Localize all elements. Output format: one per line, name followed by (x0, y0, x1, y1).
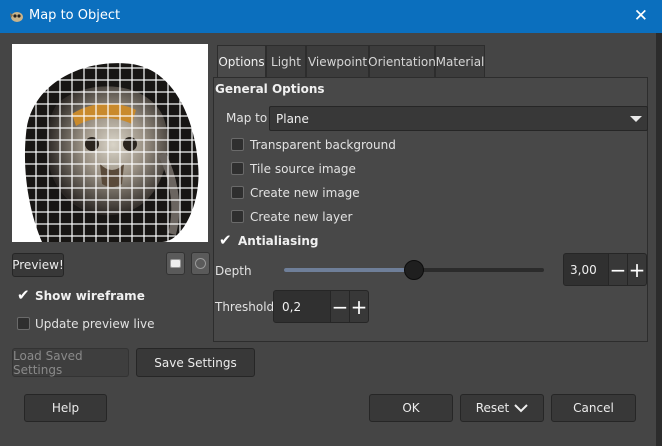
transparent-background-checkbox[interactable] (231, 138, 244, 151)
tab-light[interactable]: Light (266, 45, 306, 78)
tab-options[interactable]: Options (217, 45, 266, 78)
depth-slider-fill (284, 268, 414, 272)
chevron-down-icon (630, 116, 642, 122)
preview-button[interactable]: Preview! (12, 253, 64, 277)
window-title: Map to Object (29, 8, 121, 23)
update-preview-live-label[interactable]: Update preview live (35, 317, 155, 331)
chevron-down-icon (514, 403, 528, 412)
map-to-label: Map to (226, 111, 268, 125)
tile-source-image-checkbox[interactable] (231, 162, 244, 175)
update-preview-live-checkbox[interactable] (17, 317, 30, 330)
depth-slider-handle[interactable] (404, 260, 424, 280)
show-wireframe-check-icon[interactable]: ✔ (17, 288, 30, 303)
antialiasing-label[interactable]: Antialiasing (238, 234, 319, 248)
load-saved-settings-button[interactable]: Load Saved Settings (12, 348, 129, 377)
transparent-background-label[interactable]: Transparent background (250, 138, 396, 152)
zoom-out-icon (170, 259, 181, 268)
preview-canvas[interactable] (12, 44, 208, 242)
close-icon[interactable]: ✕ (634, 6, 648, 26)
depth-increment-button[interactable]: + (627, 253, 647, 286)
zoom-out-button[interactable] (166, 252, 185, 275)
ok-button[interactable]: OK (369, 394, 453, 422)
map-to-value: Plane (276, 112, 309, 126)
title-bar: Map to Object ✕ (0, 0, 662, 33)
general-options-heading: General Options (215, 82, 325, 96)
threshold-decrement-button[interactable]: − (330, 290, 350, 323)
threshold-input[interactable]: 0,2 (273, 290, 331, 323)
map-to-select[interactable]: Plane (269, 106, 648, 131)
zoom-in-button[interactable] (191, 252, 210, 275)
create-new-image-label[interactable]: Create new image (250, 186, 360, 200)
tile-source-image-label[interactable]: Tile source image (250, 162, 356, 176)
window-edge (656, 33, 662, 446)
create-new-layer-checkbox[interactable] (231, 210, 244, 223)
tab-orientation[interactable]: Orientation (368, 45, 436, 78)
gimp-icon (10, 12, 23, 22)
depth-value: 3,00 (570, 263, 597, 277)
show-wireframe-label[interactable]: Show wireframe (35, 289, 145, 303)
threshold-increment-button[interactable]: + (349, 290, 369, 323)
cancel-button[interactable]: Cancel (551, 394, 636, 422)
create-new-image-checkbox[interactable] (231, 186, 244, 199)
help-button[interactable]: Help (24, 394, 107, 422)
depth-slider[interactable] (284, 260, 544, 280)
create-new-layer-label[interactable]: Create new layer (250, 210, 352, 224)
zoom-in-icon (195, 258, 206, 269)
tab-material[interactable]: Material (435, 45, 485, 78)
reset-label: Reset (475, 401, 510, 415)
depth-label: Depth (215, 264, 252, 278)
threshold-label: Threshold (215, 300, 275, 314)
depth-decrement-button[interactable]: − (608, 253, 628, 286)
tab-viewpoint[interactable]: Viewpoint (306, 45, 369, 78)
threshold-value: 0,2 (282, 300, 302, 314)
depth-input[interactable]: 3,00 (563, 253, 609, 286)
save-settings-button[interactable]: Save Settings (136, 348, 255, 377)
antialiasing-check-icon[interactable]: ✔ (219, 233, 232, 248)
preview-image (12, 44, 208, 242)
reset-button[interactable]: Reset (460, 394, 544, 422)
